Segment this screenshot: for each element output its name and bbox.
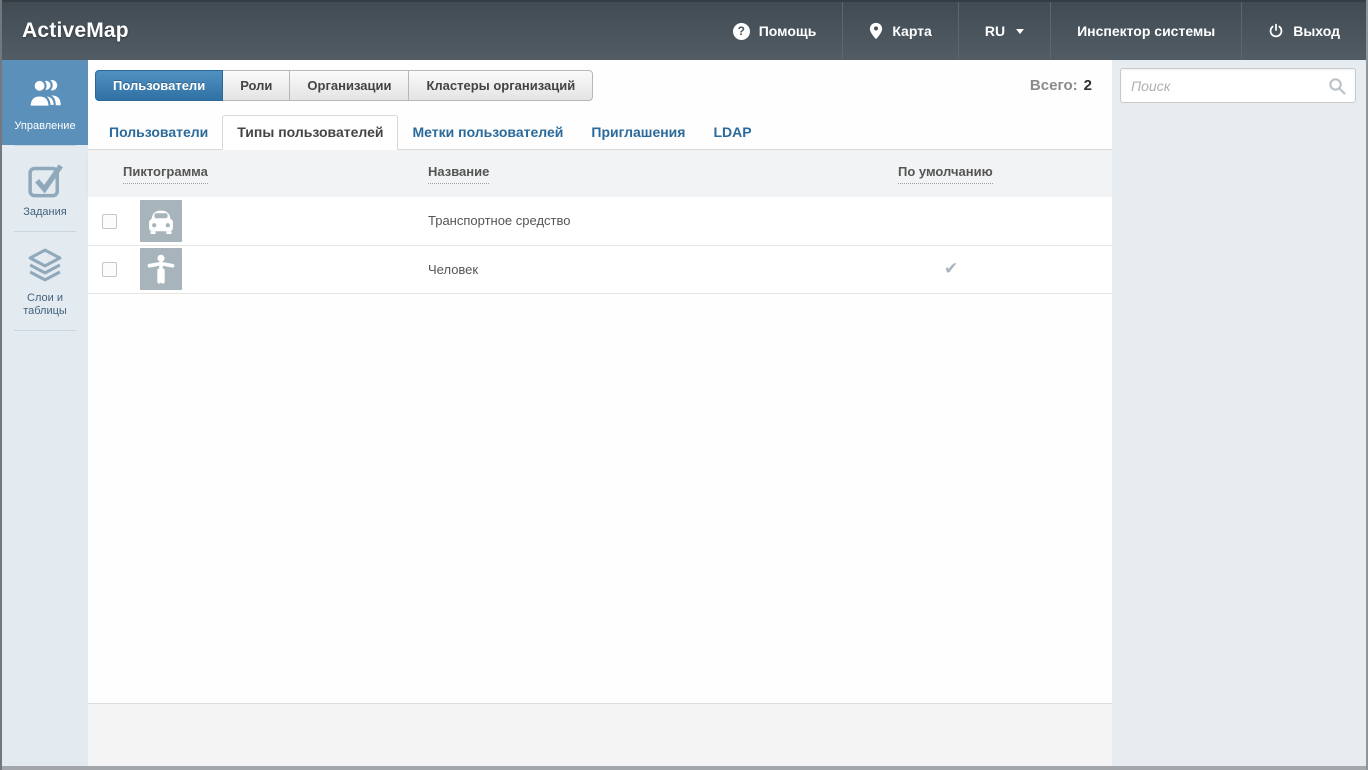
map-button[interactable]: Карта xyxy=(842,2,958,60)
table-row-vehicle[interactable]: Транспортное средство xyxy=(88,197,1112,246)
map-pin-icon xyxy=(869,22,883,40)
vehicle-icon xyxy=(140,199,182,242)
tab-organization-clusters[interactable]: Кластеры организаций xyxy=(409,70,594,101)
task-check-icon xyxy=(24,158,66,200)
header-checkbox-spacer xyxy=(88,150,123,197)
tab-roles[interactable]: Роли xyxy=(223,70,291,101)
row-pictogram-cell xyxy=(123,245,428,294)
subtab-invitations[interactable]: Приглашения xyxy=(577,116,699,149)
row-checkbox-cell xyxy=(88,245,123,294)
row-name-cell: Транспортное средство xyxy=(428,197,898,246)
sidebar-item-label: Слои и таблицы xyxy=(23,292,67,317)
subtab-ldap[interactable]: LDAP xyxy=(699,116,765,149)
table-row-person[interactable]: Человек ✔ xyxy=(88,245,1112,294)
language-label: RU xyxy=(984,23,1006,39)
users-icon xyxy=(24,72,66,114)
main-tabs-group: Пользователи Роли Организации Кластеры о… xyxy=(95,70,594,101)
layers-icon xyxy=(24,244,66,286)
top-navigation: ? Помощь Карта RU Инспектор системы Выхо… xyxy=(707,2,1366,60)
total-counter: Всего: 2 xyxy=(1030,77,1092,94)
help-button[interactable]: ? Помощь xyxy=(707,2,843,60)
sidebar-item-management[interactable]: Управление xyxy=(2,60,88,145)
row-checkbox-cell xyxy=(88,197,123,246)
tab-organizations[interactable]: Организации xyxy=(290,70,410,101)
help-label: Помощь xyxy=(758,23,817,39)
app-logo: ActiveMap xyxy=(22,19,129,42)
power-icon xyxy=(1268,23,1284,39)
logout-button[interactable]: Выход xyxy=(1241,2,1366,60)
sidebar: Управление Задания Слои и таблицы xyxy=(2,60,88,766)
tab-users[interactable]: Пользователи xyxy=(95,70,224,101)
sidebar-divider xyxy=(14,330,76,331)
main-tabs-row: Пользователи Роли Организации Кластеры о… xyxy=(88,60,1112,101)
row-checkbox[interactable] xyxy=(102,213,117,229)
search-input[interactable] xyxy=(1121,69,1355,102)
top-header-bar: ActiveMap ? Помощь Карта RU Инспектор си… xyxy=(2,0,1366,60)
row-name-cell: Человек xyxy=(428,245,898,294)
system-inspector-label: Инспектор системы xyxy=(1077,23,1216,39)
caret-down-icon xyxy=(1016,28,1025,34)
person-icon xyxy=(140,248,182,290)
search-panel xyxy=(1112,60,1366,766)
sidebar-item-label: Задания xyxy=(23,206,67,218)
search-icon[interactable] xyxy=(1327,76,1347,96)
subtab-user-types[interactable]: Типы пользователей xyxy=(222,115,399,150)
sidebar-item-label: Управление xyxy=(14,120,76,132)
column-header-name[interactable]: Название xyxy=(428,150,898,197)
row-default-cell xyxy=(898,197,1112,246)
help-icon: ? xyxy=(732,22,750,40)
sidebar-item-layers-tables[interactable]: Слои и таблицы xyxy=(2,232,88,330)
search-box xyxy=(1120,68,1356,103)
row-default-cell: ✔ xyxy=(898,245,1112,294)
window-frame: { "colors": { "accent_blue": "#3071a5", … xyxy=(0,0,1368,770)
user-types-table: Пиктограмма Название По умолчанию Трансп… xyxy=(88,150,1112,294)
default-check-icon: ✔ xyxy=(944,259,959,278)
logout-label: Выход xyxy=(1293,23,1340,39)
subtab-user-labels[interactable]: Метки пользователей xyxy=(398,116,577,149)
content-panel: Пользователи Роли Организации Кластеры о… xyxy=(88,60,1112,766)
content-footer xyxy=(88,703,1112,766)
sidebar-item-tasks[interactable]: Задания xyxy=(2,146,88,231)
bottom-window-strip xyxy=(2,766,1366,770)
main-layout: Управление Задания Слои и таблицы Пользо… xyxy=(2,60,1366,766)
language-dropdown[interactable]: RU xyxy=(957,2,1050,60)
row-checkbox[interactable] xyxy=(102,262,117,278)
subtab-users[interactable]: Пользователи xyxy=(95,116,222,149)
column-header-pictogram[interactable]: Пиктограмма xyxy=(123,150,428,197)
total-label: Всего: xyxy=(1029,77,1078,94)
table-header-row: Пиктограмма Название По умолчанию xyxy=(88,150,1112,197)
system-inspector-button[interactable]: Инспектор системы xyxy=(1050,2,1241,60)
sub-tabs-row: Пользователи Типы пользователей Метки по… xyxy=(88,115,1112,150)
row-pictogram-cell xyxy=(123,197,428,246)
column-header-default[interactable]: По умолчанию xyxy=(898,150,1112,197)
map-label: Карта xyxy=(892,23,932,39)
total-value: 2 xyxy=(1083,77,1092,94)
content-body: Пользователи Роли Организации Кластеры о… xyxy=(88,60,1112,703)
